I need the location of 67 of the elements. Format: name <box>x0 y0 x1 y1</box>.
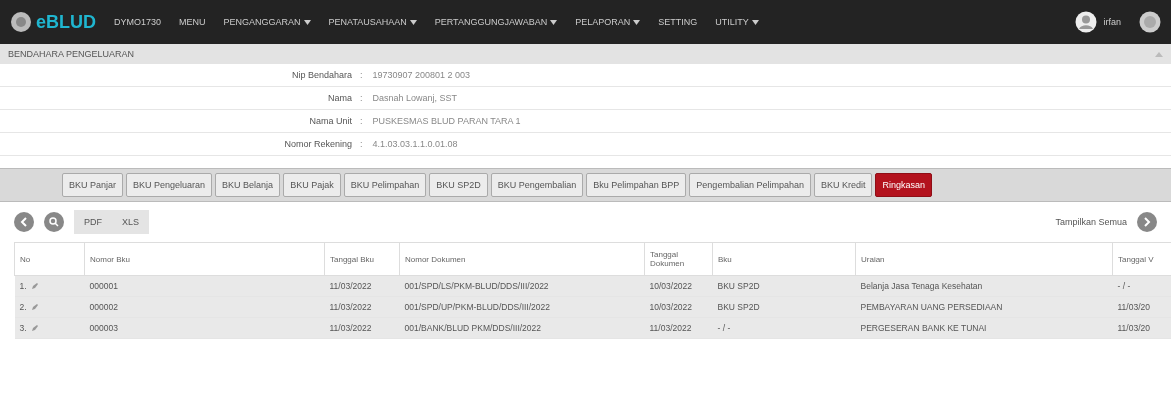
tab[interactable]: BKU SP2D <box>429 173 488 197</box>
separator: : <box>360 116 363 126</box>
table-cell: 001/BANK/BLUD PKM/DDS/III/2022 <box>399 317 645 339</box>
column-header: Bku <box>712 242 856 276</box>
column-header: Uraian <box>855 242 1113 276</box>
chevron-left-icon <box>19 217 29 227</box>
separator: : <box>360 139 363 149</box>
info-value: 19730907 200801 2 003 <box>372 70 471 80</box>
column-header: Nomor Bku <box>84 242 325 276</box>
table-cell: 001/SPD/LS/PKM-BLUD/DDS/III/2022 <box>399 275 645 297</box>
tab[interactable]: Bku Pelimpahan BPP <box>586 173 687 197</box>
column-header: Tanggal Bku <box>324 242 400 276</box>
tab[interactable]: BKU Belanja <box>215 173 281 197</box>
menu-item[interactable]: PELAPORAN <box>575 17 641 27</box>
table-cell: PERGESERAN BANK KE TUNAI <box>855 317 1113 339</box>
menu-item[interactable]: PENATAUSAHAAN <box>328 17 417 27</box>
column-header: Nomor Dokumen <box>399 242 645 276</box>
table-cell: Belanja Jasa Tenaga Kesehatan <box>855 275 1113 297</box>
tab[interactable]: Pengembalian Pelimpahan <box>689 173 811 197</box>
edit-icon[interactable] <box>30 282 39 290</box>
row-number: 3. <box>19 323 27 333</box>
tab[interactable]: BKU Pengeluaran <box>126 173 213 197</box>
info-label: Nama <box>327 93 353 103</box>
tab[interactable]: BKU Pengembalian <box>490 173 584 197</box>
info-value: PUSKESMAS BLUD PARAN TARA 1 <box>372 116 521 126</box>
search-button[interactable] <box>44 212 64 232</box>
row-number: 1. <box>19 281 27 291</box>
tab[interactable]: Ringkasan <box>875 173 932 197</box>
tab[interactable]: BKU Kredit <box>813 173 873 197</box>
edit-icon[interactable] <box>30 324 39 332</box>
tab[interactable]: BKU Panjar <box>62 173 124 197</box>
next-button[interactable] <box>1137 212 1157 232</box>
table-cell: 001/SPD/UP/PKM-BLUD/DDS/III/2022 <box>399 296 645 318</box>
chevron-right-icon <box>1142 217 1152 227</box>
table-cell: 000002 <box>84 296 325 318</box>
logo-text: eBLUD <box>36 11 96 33</box>
column-header: No <box>14 242 85 276</box>
column-header: Tanggal V <box>1112 242 1171 276</box>
search-icon <box>49 217 59 227</box>
menu-item[interactable]: PENGANGGARAN <box>223 17 311 27</box>
unit-code: DYMO1730 <box>114 17 162 27</box>
info-value: 4.1.03.03.1.1.0.01.08 <box>372 139 458 149</box>
emblem-icon <box>1139 11 1161 33</box>
avatar-icon[interactable] <box>1075 11 1098 33</box>
separator: : <box>360 70 363 80</box>
info-label: Nama Unit <box>308 116 353 126</box>
row-number: 2. <box>19 302 27 312</box>
tab[interactable]: BKU Pajak <box>283 173 341 197</box>
edit-icon[interactable] <box>30 303 39 311</box>
column-header: Tanggal Dokumen <box>644 242 713 276</box>
info-label: Nip Bendahara <box>290 70 353 80</box>
info-label: Nomor Rekening <box>283 139 353 149</box>
separator: : <box>360 93 363 103</box>
table-cell: PEMBAYARAN UANG PERSEDIAAN <box>855 296 1113 318</box>
back-button[interactable] <box>14 212 34 232</box>
menu-item[interactable]: MENU <box>179 17 206 27</box>
tab[interactable]: BKU Pelimpahan <box>343 173 427 197</box>
show-all-link[interactable]: Tampilkan Semua <box>1055 217 1127 227</box>
menu-item[interactable]: UTILITY <box>715 17 759 27</box>
logo-icon <box>10 11 32 33</box>
info-value: Dasnah Lowanj, SST <box>372 93 458 103</box>
table-cell: 000003 <box>84 317 325 339</box>
breadcrumb: BENDAHARA PENGELUARAN <box>8 49 135 59</box>
menu-item[interactable]: PERTANGGUNGJAWABAN <box>434 17 558 27</box>
menu-item[interactable]: SETTING <box>658 17 698 27</box>
user-name[interactable]: irfan <box>1103 17 1121 27</box>
table-cell: 000001 <box>84 275 325 297</box>
